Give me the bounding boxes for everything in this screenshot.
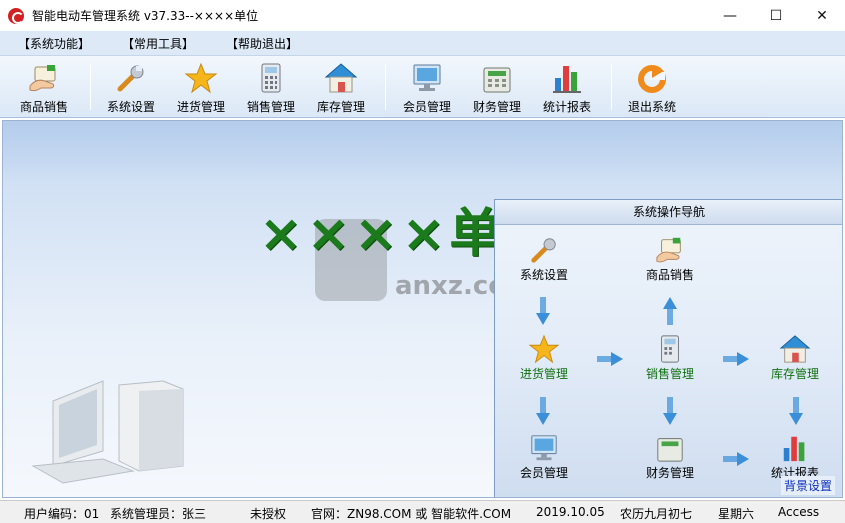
nav-inventory[interactable]: 库存管理 [760,334,830,382]
toolbar-sales-management-button[interactable]: 销售管理 [237,60,305,114]
star-icon [528,334,560,364]
window-controls: — ☐ ✕ [707,0,845,31]
menu-bar: 【系统功能】 【常用工具】 【帮助退出】 [0,31,845,56]
maximize-button[interactable]: ☐ [753,0,799,31]
exit-icon [638,65,666,93]
cash-register-icon [657,438,683,462]
hand-card-icon [656,237,681,263]
wrench-icon [531,238,556,263]
status-user-code: 用户编码：01 [24,507,100,521]
wrench-icon [117,65,144,92]
status-website: 官网：ZN98.COM 或 智能软件.COM [311,507,512,521]
status-lunar-date: 农历九月初七 [620,507,693,521]
toolbar-finance-button[interactable]: 财务管理 [463,60,531,114]
main-workspace: ××××单位 anxz.com 系统操作导航 系统设置 商品销售 进货管理 销售… [2,120,843,498]
operation-navigation-panel: 系统操作导航 系统设置 商品销售 进货管理 销售管理 库存管理 会员管理 财务管… [494,199,842,497]
toolbar-member-button[interactable]: 会员管理 [393,60,461,114]
nav-sales-management[interactable]: 销售管理 [635,334,705,382]
arrow-down-icon [663,397,677,425]
menu-help-exit[interactable]: 【帮助退出】 [226,35,298,52]
status-bar: 用户编码：01 系统管理员：张三 未授权 官网：ZN98.COM 或 智能软件.… [0,500,845,523]
nav-system-settings[interactable]: 系统设置 [509,235,579,283]
calculator-icon [261,63,281,93]
arrow-down-icon [789,397,803,425]
status-license: 未授权 [250,507,287,521]
minimize-button[interactable]: — [707,0,753,31]
toolbar-purchase-button[interactable]: 进货管理 [167,60,235,114]
house-icon [324,63,358,93]
monitor-icon [531,435,557,461]
bar-chart-icon [553,66,581,93]
background-settings-link[interactable]: 背景设置 [780,476,835,495]
status-database: Access [778,505,820,519]
arrow-down-icon [536,297,550,325]
star-icon [184,62,218,94]
toolbar-inventory-button[interactable]: 库存管理 [307,60,375,114]
toolbar-exit-button[interactable]: 退出系统 [618,60,686,114]
toolbar-system-settings-button[interactable]: 系统设置 [97,60,165,114]
bar-chart-icon [783,436,805,462]
arrow-right-icon [597,352,623,366]
toolbar-separator [611,64,612,110]
window-title: 智能电动车管理系统 v37.33--××××单位 [32,9,259,23]
arrow-down-icon [536,397,550,425]
nav-goods-sales[interactable]: 商品销售 [635,235,705,283]
cash-register-icon [483,67,511,93]
hand-card-icon [29,65,56,92]
toolbar-report-button[interactable]: 统计报表 [533,60,601,114]
house-icon [779,335,811,363]
nav-panel-title: 系统操作导航 [495,200,842,225]
arrow-right-icon [723,452,749,466]
nav-purchase[interactable]: 进货管理 [509,334,579,382]
toolbar-goods-sales-button[interactable]: 商品销售 [10,60,78,114]
status-date: 2019.10.05 [536,505,605,519]
background-gradient [3,121,842,181]
title-bar: 智能电动车管理系统 v37.33--××××单位 — ☐ ✕ [0,0,845,31]
nav-member[interactable]: 会员管理 [509,433,579,481]
status-admin: 系统管理员：张三 [110,507,207,521]
menu-common-tools[interactable]: 【常用工具】 [122,35,194,52]
close-button[interactable]: ✕ [799,0,845,31]
toolbar-separator [385,64,386,110]
app-logo-icon [8,7,24,24]
arrow-up-icon [663,297,677,325]
nav-finance[interactable]: 财务管理 [635,433,705,481]
monitor-icon [413,64,441,91]
toolbar: 商品销售 系统设置 进货管理 销售管理 库存管理 会员管理 财务管理 统计报表 … [0,56,845,118]
menu-system-functions[interactable]: 【系统功能】 [18,35,90,52]
status-weekday: 星期六 [718,507,755,521]
toolbar-separator [90,64,91,110]
nav-report[interactable]: 统计报表 [760,433,830,481]
arrow-right-icon [723,352,749,366]
calculator-icon [661,335,679,363]
computer-illustration [31,380,184,484]
